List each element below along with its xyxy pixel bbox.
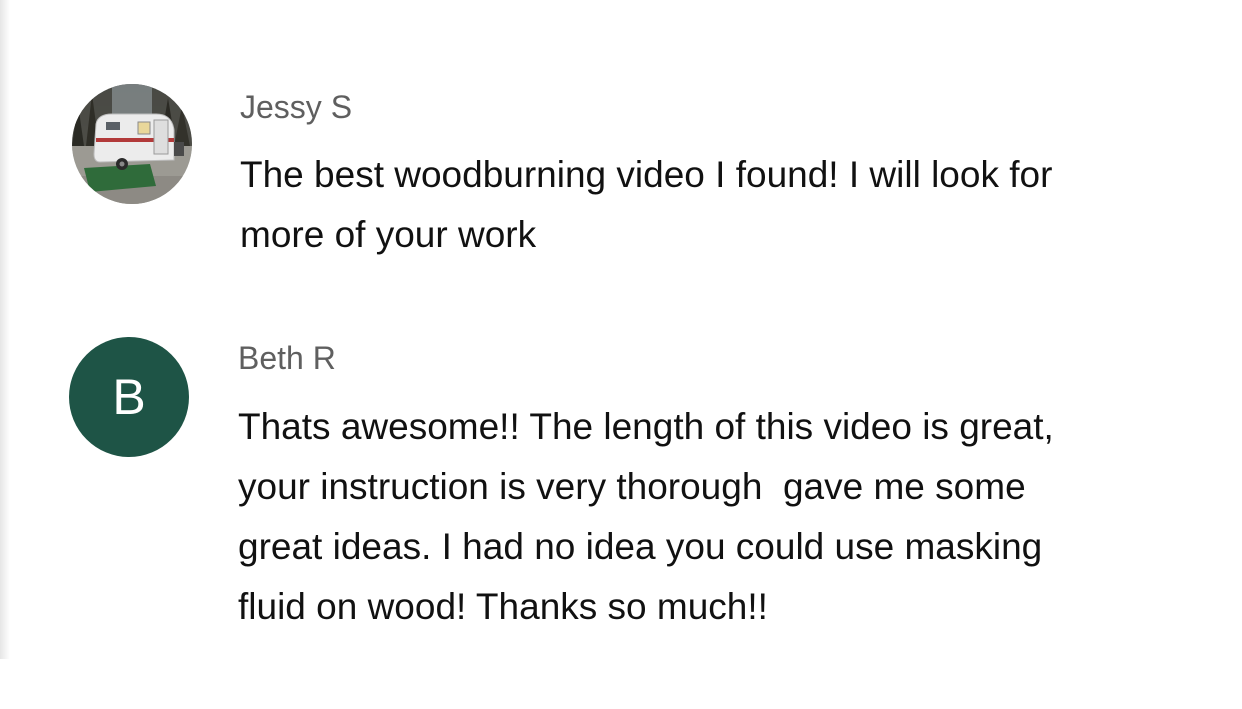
avatar-letter: B bbox=[112, 369, 146, 425]
comment-author[interactable]: Jessy S bbox=[240, 87, 352, 127]
comments-page: Jessy S The best woodburning video I fou… bbox=[0, 0, 1242, 709]
comment-line: Thats awesome!! The length of this video… bbox=[238, 406, 1054, 447]
comment-item: B Beth R Thats awesome!! The length of t… bbox=[0, 302, 1242, 659]
comment-item: Jessy S The best woodburning video I fou… bbox=[0, 0, 1242, 302]
comment-line: fluid on wood! Thanks so much!! bbox=[238, 586, 768, 627]
trailer-photo-icon bbox=[72, 84, 192, 204]
avatar[interactable]: B bbox=[69, 337, 189, 457]
comment-line: The best woodburning video I found! I wi… bbox=[240, 154, 1053, 195]
comment-text: The best woodburning video I found! I wi… bbox=[240, 145, 1220, 265]
avatar[interactable] bbox=[72, 84, 192, 204]
comment-line: your instruction is very thorough gave m… bbox=[238, 466, 1026, 507]
comment-line: great ideas. I had no idea you could use… bbox=[238, 526, 1043, 567]
comment-author[interactable]: Beth R bbox=[238, 338, 336, 378]
comment-line: more of your work bbox=[240, 214, 537, 255]
comment-text: Thats awesome!! The length of this video… bbox=[238, 397, 1218, 637]
